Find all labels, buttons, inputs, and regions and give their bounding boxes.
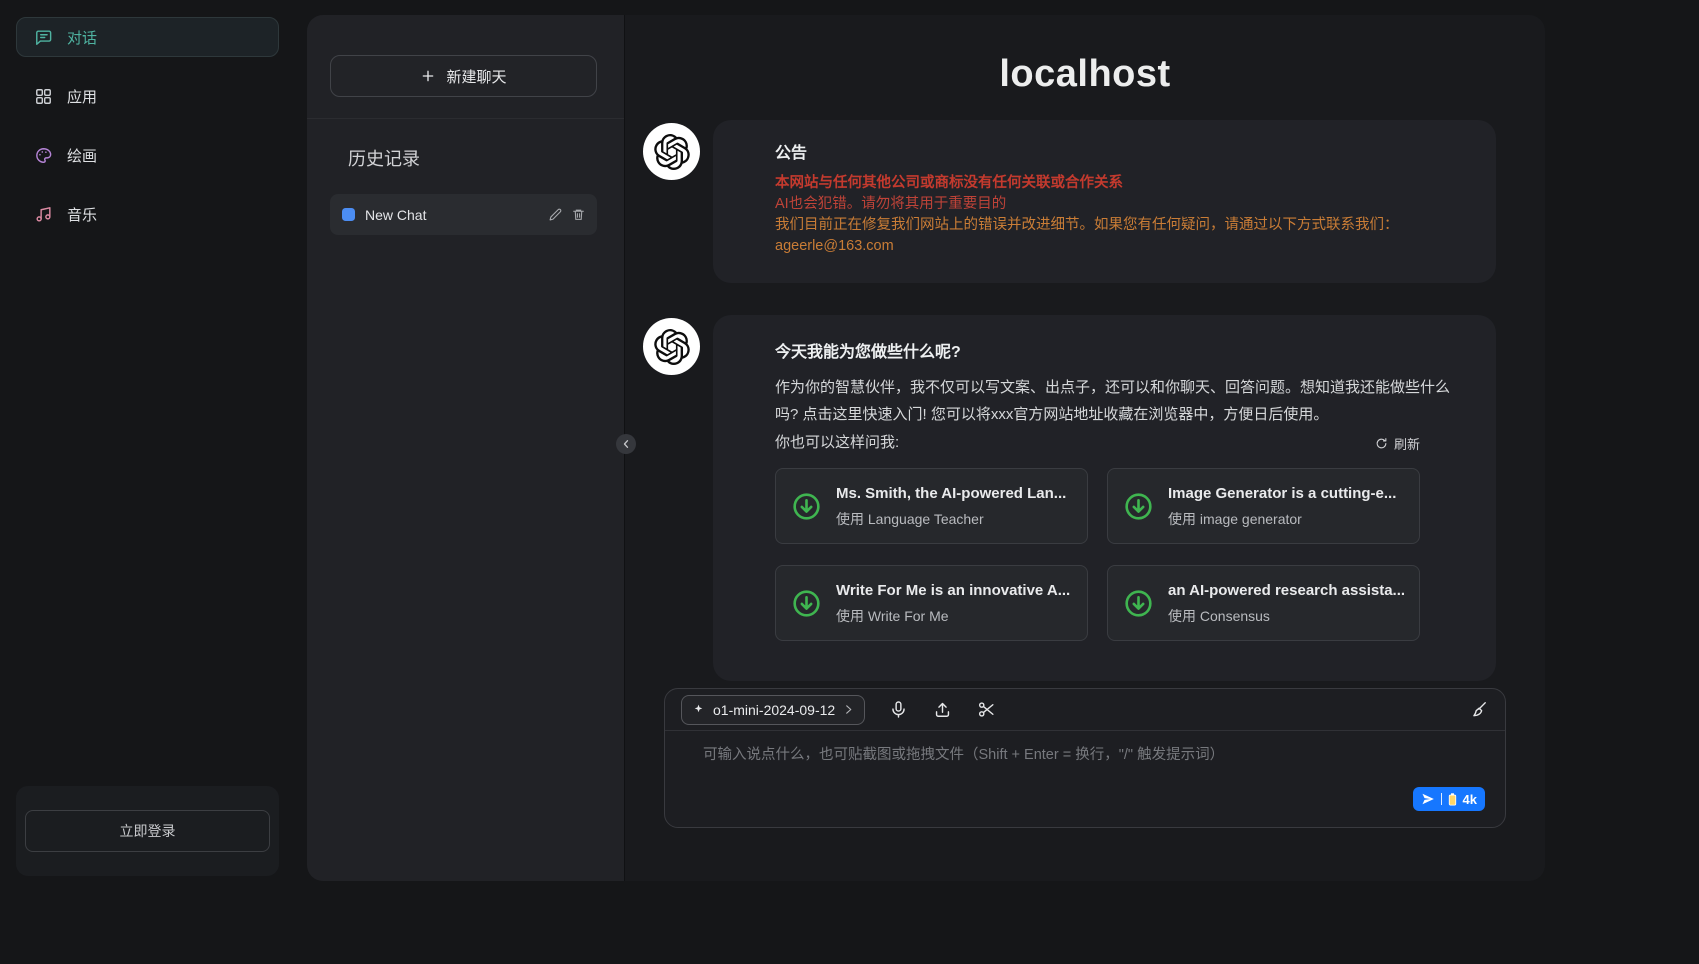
sidebar-item-label: 应用 [67,86,97,107]
welcome-heading: 今天我能为您做些什么呢? [775,341,1451,364]
message-input[interactable] [665,731,1505,827]
announcement-notice: 我们目前正在修复我们网站上的错误并改进细节。如果您有任何疑问，请通过以下方式联系… [775,215,1451,236]
composer: o1-mini-2024-09-12 [664,688,1506,828]
announcement-disclaimer: 本网站与任何其他公司或商标没有任何关联或合作关系 [775,173,1451,194]
assistant-avatar [643,123,700,180]
scissors-icon [977,700,996,719]
suggestion-text: Image Generator is a cutting-e... 使用 ima… [1168,483,1396,530]
suggestion-subtitle: 使用 Language Teacher [836,509,1066,529]
session-color-icon [342,208,355,221]
send-plane-icon [1421,792,1435,806]
suggestion-text: an AI-powered research assista... 使用 Con… [1168,580,1405,627]
session-actions [548,208,585,222]
sidebar-item-label: 绘画 [67,145,97,166]
palette-icon [33,145,53,165]
assistant-avatar [643,318,700,375]
ask-label: 你也可以这样问我: [775,432,899,454]
new-chat-button[interactable]: 新建聊天 [330,55,597,97]
suggestion-text: Ms. Smith, the AI-powered Lan... 使用 Lang… [836,483,1066,530]
welcome-card: 今天我能为您做些什么呢? 作为你的智慧伙伴，我不仅可以写文案、出点子，还可以和你… [713,315,1496,681]
suggestion-text: Write For Me is an innovative A... 使用 Wr… [836,580,1070,627]
sidebar: 对话 应用 绘画 [0,0,295,964]
edit-session-button[interactable] [548,208,562,222]
chevron-left-icon [620,438,632,450]
model-label: o1-mini-2024-09-12 [713,702,835,718]
upload-icon [933,700,952,719]
suggestion-subtitle: 使用 Write For Me [836,606,1070,626]
openai-logo-icon [654,329,690,365]
battery-icon [1448,793,1457,806]
suggestion-card[interactable]: Ms. Smith, the AI-powered Lan... 使用 Lang… [775,468,1088,544]
suggestion-subtitle: 使用 image generator [1168,509,1396,529]
announcement-card: 公告 本网站与任何其他公司或商标没有任何关联或合作关系 AI也会犯错。请勿将其用… [713,120,1496,283]
message-announcement: 公告 本网站与任何其他公司或商标没有任何关联或合作关系 AI也会犯错。请勿将其用… [625,120,1545,283]
download-circle-icon [790,587,823,620]
plus-icon [420,68,436,84]
chat-list-divider [307,118,624,119]
upload-button[interactable] [931,699,953,721]
download-circle-icon [1122,490,1155,523]
chat-window: 新建聊天 历史记录 New Chat [307,15,1545,881]
suggestion-card[interactable]: Write For Me is an innovative A... 使用 Wr… [775,565,1088,641]
suggestion-subtitle: 使用 Consensus [1168,606,1405,626]
sidebar-item-draw[interactable]: 绘画 [16,135,279,175]
session-title: New Chat [365,207,538,223]
chevron-right-icon [843,704,854,715]
refresh-label: 刷新 [1394,434,1420,453]
sidebar-item-label: 音乐 [67,204,97,225]
app-root: 对话 应用 绘画 [0,0,1699,964]
login-panel: 立即登录 [16,786,279,876]
suggestion-grid: Ms. Smith, the AI-powered Lan... 使用 Lang… [775,468,1451,641]
send-token-badge[interactable]: 4k [1413,787,1485,811]
delete-session-button[interactable] [571,208,585,222]
refresh-icon [1375,437,1388,450]
music-note-icon [33,204,53,224]
clear-context-button[interactable] [1467,699,1489,721]
contact-email-link[interactable]: ageerle@163.com [775,236,1451,257]
model-selector[interactable]: o1-mini-2024-09-12 [681,695,865,725]
suggestion-title: an AI-powered research assista... [1168,580,1405,602]
sidebar-item-music[interactable]: 音乐 [16,194,279,234]
suggestion-title: Write For Me is an innovative A... [836,580,1070,602]
main-chat-area: localhost 公告 本网站与任何其他公司或商标没有任何关联或合作关系 AI… [625,15,1545,881]
download-circle-icon [1122,587,1155,620]
microphone-icon [889,700,908,719]
announcement-warning: AI也会犯错。请勿将其用于重要目的 [775,194,1451,215]
sidebar-item-label: 对话 [67,27,97,48]
trash-icon [572,208,585,221]
suggestion-title: Ms. Smith, the AI-powered Lan... [836,483,1066,505]
scissors-button[interactable] [975,699,997,721]
microphone-button[interactable] [887,699,909,721]
sparkle-icon [692,703,705,716]
chat-list-panel: 新建聊天 历史记录 New Chat [307,15,625,881]
suggestion-title: Image Generator is a cutting-e... [1168,483,1396,505]
login-button[interactable]: 立即登录 [25,810,270,852]
badge-divider [1441,793,1442,805]
broom-icon [1469,700,1488,719]
session-item[interactable]: New Chat [330,194,597,235]
download-circle-icon [790,490,823,523]
refresh-suggestions-button[interactable]: 刷新 [1375,434,1420,453]
sidebar-item-chat[interactable]: 对话 [16,17,279,57]
token-count: 4k [1463,792,1477,807]
history-title: 历史记录 [348,145,420,171]
sidebar-item-apps[interactable]: 应用 [16,76,279,116]
welcome-body: 作为你的智慧伙伴，我不仅可以写文案、出点子，还可以和你聊天、回答问题。想知道我还… [775,374,1451,428]
composer-toolbar: o1-mini-2024-09-12 [665,689,1505,731]
apps-grid-icon [33,86,53,106]
message-welcome: 今天我能为您做些什么呢? 作为你的智慧伙伴，我不仅可以写文案、出点子，还可以和你… [625,315,1545,681]
new-chat-label: 新建聊天 [446,66,506,87]
chat-bubble-icon [33,27,53,47]
collapse-sidebar-button[interactable] [616,434,636,454]
suggestion-card[interactable]: an AI-powered research assista... 使用 Con… [1107,565,1420,641]
pencil-icon [549,208,562,221]
suggestion-card[interactable]: Image Generator is a cutting-e... 使用 ima… [1107,468,1420,544]
ask-row: 你也可以这样问我: 刷新 [775,432,1420,454]
page-title: localhost [625,15,1545,96]
openai-logo-icon [654,134,690,170]
announcement-heading: 公告 [775,142,1451,165]
